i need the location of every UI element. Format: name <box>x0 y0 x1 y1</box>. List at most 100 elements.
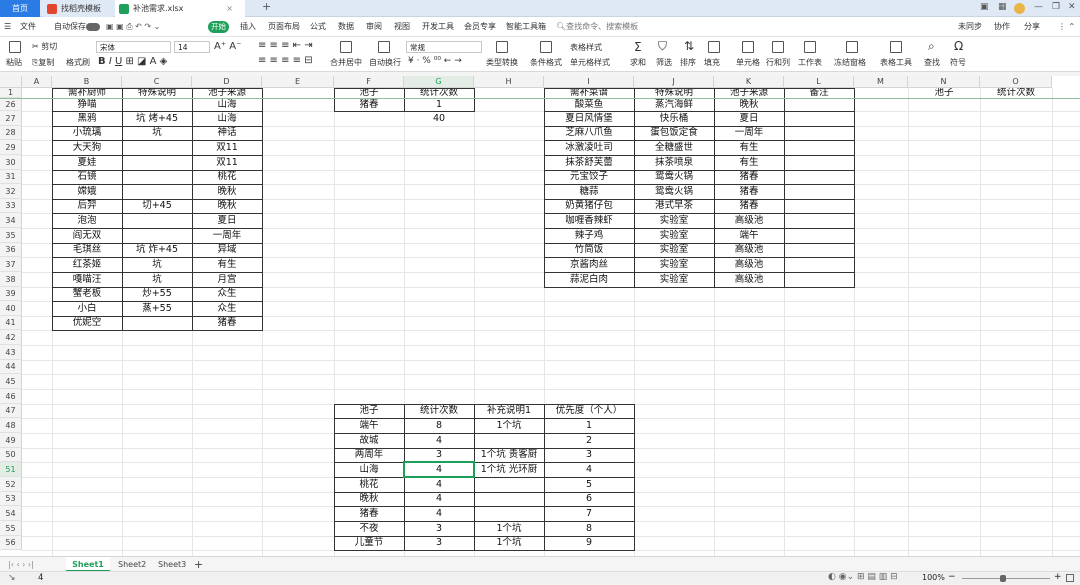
cell[interactable]: 众生 <box>192 287 262 301</box>
cell[interactable]: 抹茶喷泉 <box>634 155 714 170</box>
cond-format-button[interactable]: 条件格式 <box>530 57 562 68</box>
cell[interactable]: 统计次数 <box>404 404 474 418</box>
cell[interactable]: 蒸+55 <box>122 301 192 316</box>
sheet-button[interactable]: 工作表 <box>798 57 822 68</box>
maximize-icon[interactable]: ❐ <box>1052 2 1060 12</box>
cell[interactable]: 1个坑 贵客厨 <box>474 448 544 462</box>
minimize-icon[interactable]: — <box>1034 2 1043 12</box>
paste-icon[interactable] <box>9 41 21 53</box>
cell[interactable] <box>784 213 854 228</box>
cell[interactable]: 有生 <box>714 155 784 170</box>
cell[interactable]: 坑 炸+45 <box>122 243 192 257</box>
fullscreen-icon[interactable] <box>1066 574 1074 582</box>
cell[interactable] <box>784 111 854 126</box>
cell[interactable]: 特殊说明 <box>122 88 192 98</box>
cell[interactable]: 高级池 <box>714 272 784 287</box>
cell[interactable]: 3 <box>404 536 474 550</box>
row-header-55[interactable]: 55 <box>0 521 22 536</box>
cell[interactable]: 不夜 <box>334 521 404 536</box>
cell[interactable]: 5 <box>544 477 634 492</box>
symbol-icon[interactable]: Ω <box>954 39 963 53</box>
cell[interactable] <box>122 98 192 111</box>
sheet-tab-3[interactable]: Sheet3 <box>158 557 186 572</box>
cell[interactable]: 优先度（个人） <box>544 404 634 418</box>
copy-button[interactable]: ⎘复制 <box>32 57 54 68</box>
more-icon[interactable]: ⋮ ⌃ <box>1058 17 1075 37</box>
cell[interactable]: 1个坑 <box>474 521 544 536</box>
align-top-icons[interactable]: ≡ ≡ ≡ ⇤ ⇥ <box>258 40 313 51</box>
column-header-F[interactable]: F <box>334 76 404 88</box>
row-header-46[interactable]: 46 <box>0 389 22 404</box>
row-header-44[interactable]: 44 <box>0 360 22 374</box>
cell[interactable]: 石镜 <box>52 170 122 184</box>
cell[interactable]: 糖蒜 <box>544 184 634 199</box>
merge-button[interactable]: 合并居中 <box>330 57 362 68</box>
home-tab[interactable]: 首页 <box>0 0 40 17</box>
cell[interactable]: 异域 <box>192 243 262 257</box>
align-icons[interactable]: ≡ ≡ ≡ ≡ ⊟ <box>258 55 313 66</box>
cell[interactable]: 1个坑 <box>474 536 544 550</box>
sheet-nav-icons[interactable]: |‹ ‹ › ›| <box>8 557 34 572</box>
sum-button[interactable]: 求和 <box>630 57 646 68</box>
cell-icon[interactable] <box>742 41 754 53</box>
cell[interactable] <box>474 433 544 448</box>
cell[interactable]: 池子来源 <box>192 88 262 98</box>
cell[interactable]: 3 <box>404 448 474 462</box>
find-button[interactable]: 查找 <box>924 57 940 68</box>
table-style-button[interactable]: 表格样式 <box>570 42 602 53</box>
cell[interactable]: 竹筒饭 <box>544 243 634 257</box>
cell[interactable]: 夏日 <box>192 213 262 228</box>
quick-access-icons[interactable]: ▣ ▣ ⎙ ↶ ↷ ⌄ <box>106 17 160 37</box>
font-family-select[interactable]: 宋体 <box>96 41 171 53</box>
row-header-51[interactable]: 51 <box>0 462 22 477</box>
font-grow-icon[interactable]: A⁺ A⁻ <box>214 41 241 52</box>
zoom-slider[interactable] <box>962 578 1050 579</box>
cell[interactable]: 统计次数 <box>980 88 1052 98</box>
cell[interactable]: 特殊说明 <box>634 88 714 98</box>
cell[interactable]: 实验室 <box>634 228 714 243</box>
cell[interactable]: 山海 <box>192 111 262 126</box>
cell[interactable] <box>784 243 854 257</box>
row-header-33[interactable]: 33 <box>0 199 22 213</box>
cell[interactable]: 夏日风情堡 <box>544 111 634 126</box>
column-header-M[interactable]: M <box>854 76 908 88</box>
row-header-36[interactable]: 36 <box>0 243 22 257</box>
menu-developer[interactable]: 开发工具 <box>422 17 454 37</box>
cond-format-icon[interactable] <box>540 41 552 53</box>
row-header-28[interactable]: 28 <box>0 126 22 140</box>
cell[interactable]: 备注 <box>784 88 854 98</box>
cell[interactable]: 黑鸦 <box>52 111 122 126</box>
filter-icon[interactable]: ⛉ <box>658 39 667 54</box>
cell[interactable]: 蛋包饭定食 <box>634 126 714 140</box>
cell-button[interactable]: 单元格 <box>736 57 760 68</box>
row-header-49[interactable]: 49 <box>0 433 22 448</box>
cell[interactable]: 蒜泥白肉 <box>544 272 634 287</box>
cell[interactable] <box>122 184 192 199</box>
sync-status[interactable]: 未同步 <box>958 17 982 37</box>
cell[interactable] <box>474 477 544 492</box>
merge-icon[interactable] <box>340 41 352 53</box>
cell[interactable]: 后羿 <box>52 199 122 213</box>
row-header-35[interactable]: 35 <box>0 228 22 243</box>
cell[interactable]: 蟹老板 <box>52 287 122 301</box>
cell[interactable] <box>784 155 854 170</box>
row-header-47[interactable]: 47 <box>0 404 22 418</box>
sheet-tab-2[interactable]: Sheet2 <box>118 557 146 572</box>
view-icons[interactable]: ◐ ◉⌄ ⊞ ▤ ▥ ⊟ <box>828 572 898 582</box>
cell[interactable]: 端午 <box>334 418 404 433</box>
column-header-J[interactable]: J <box>634 76 714 88</box>
cell[interactable] <box>122 316 192 330</box>
cell[interactable]: 4 <box>404 433 474 448</box>
symbol-button[interactable]: 符号 <box>950 57 966 68</box>
cell[interactable]: 晚秋 <box>192 199 262 213</box>
row-header-39[interactable]: 39 <box>0 287 22 301</box>
search-command[interactable]: 🔍︎查找命令、搜索模板 <box>556 17 638 37</box>
convert-icon[interactable] <box>496 41 508 53</box>
cell[interactable]: 众生 <box>192 301 262 316</box>
cell[interactable]: 炒+55 <box>122 287 192 301</box>
cell[interactable]: 泡泡 <box>52 213 122 228</box>
cell[interactable]: 奶黄猪仔包 <box>544 199 634 213</box>
row-header-52[interactable]: 52 <box>0 477 22 492</box>
cell[interactable]: 实验室 <box>634 257 714 272</box>
cell[interactable]: 抹茶舒芙蕾 <box>544 155 634 170</box>
